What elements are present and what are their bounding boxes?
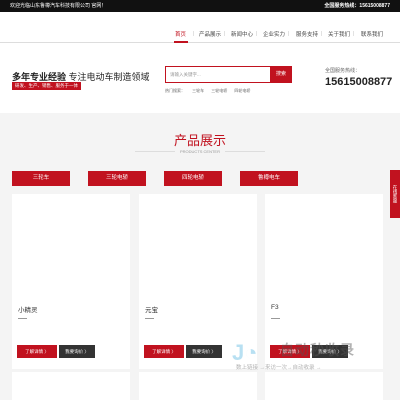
category-tab-four-wheel-sedan[interactable]: 四轮电轿: [164, 171, 222, 186]
hot-search-item[interactable]: 三轮电轿: [211, 88, 227, 93]
category-tab-luzun-ev[interactable]: 鲁樽电车: [240, 171, 298, 186]
product-divider: [18, 318, 27, 319]
hot-search-item[interactable]: 四轮电轿: [234, 88, 250, 93]
section-subtitle: PRODUCTS CENTER: [179, 149, 220, 154]
nav-separator: |: [256, 31, 258, 37]
top-bar: 欢迎光临山东鲁樽汽车科技有限公司 官网！ 全国服务热线：15615008877: [0, 0, 400, 12]
hotline-number: 15615008877: [325, 76, 393, 88]
search-input[interactable]: 请输入关键字...: [165, 66, 270, 83]
detail-button[interactable]: 了解详情 〉: [270, 345, 310, 358]
inquiry-button[interactable]: 我要询价 〉: [186, 345, 222, 358]
product-card[interactable]: [139, 372, 257, 400]
search-button[interactable]: 搜索: [270, 66, 292, 83]
hotline-label: 全国服务热线：: [325, 68, 361, 74]
hot-search-label: 热门搜索：: [165, 88, 185, 93]
nav-item-support[interactable]: 服务支持: [296, 30, 318, 38]
nav-separator: |: [321, 31, 323, 37]
detail-button[interactable]: 了解详情 〉: [17, 345, 57, 358]
hot-search-item[interactable]: 三轮车: [192, 88, 204, 93]
nav-separator: |: [224, 31, 226, 37]
category-tab-three-wheel-sedan[interactable]: 三轮电轿: [88, 171, 146, 186]
section-title: 产品展示: [173, 133, 226, 148]
nav-item-strength[interactable]: 企业实力: [263, 30, 285, 38]
product-name: F3: [271, 304, 279, 311]
tagline-badge: 研发、生产、销售、服务于一体: [12, 82, 81, 90]
nav-item-news[interactable]: 新闻中心: [231, 30, 253, 38]
nav-separator: |: [353, 31, 355, 37]
inquiry-button[interactable]: 我要询价 〉: [59, 345, 95, 358]
product-card[interactable]: [265, 372, 383, 400]
product-divider: [271, 318, 280, 319]
nav-item-contact[interactable]: 联系我们: [361, 30, 383, 38]
nav-item-about[interactable]: 关于我们: [328, 30, 350, 38]
main-nav: 首页 | 产品展示 | 新闻中心 | 企业实力 | 服务支持 | 关于我们 | …: [0, 26, 400, 42]
hot-search: 热门搜索： 三轮车 三轮电轿 四轮电轿: [165, 88, 256, 94]
product-card[interactable]: 元宝 了解详情 〉 我要询价 〉: [139, 194, 257, 369]
inquiry-button[interactable]: 我要询价 〉: [312, 345, 348, 358]
product-card[interactable]: F3 了解详情 〉 我要询价 〉: [265, 194, 383, 369]
hotline-block: 全国服务热线： 15615008877: [325, 67, 392, 88]
product-name: 元宝: [145, 307, 158, 314]
nav-separator: |: [288, 31, 290, 37]
subtitle-line-right: [225, 151, 265, 152]
slogan-rest: 专注电动车制造领域: [66, 72, 150, 82]
product-divider: [145, 318, 154, 319]
nav-item-products[interactable]: 产品展示: [199, 30, 221, 38]
product-name: 小精灵: [18, 307, 38, 314]
product-card[interactable]: [12, 372, 130, 400]
top-hotline: 全国服务热线：15615008877: [324, 3, 390, 9]
nav-separator: |: [193, 31, 195, 37]
nav-item-home[interactable]: 首页: [175, 30, 186, 38]
slogan-bold: 多年专业经验: [12, 72, 67, 82]
detail-button[interactable]: 了解详情 〉: [144, 345, 184, 358]
category-tab-tricycle[interactable]: 三轮车: [12, 171, 70, 186]
online-service-tab[interactable]: 在线客服: [390, 170, 400, 218]
product-card[interactable]: 小精灵 了解详情 〉 我要询价 〉: [12, 194, 130, 369]
welcome-text: 欢迎光临山东鲁樽汽车科技有限公司 官网！: [10, 3, 107, 9]
